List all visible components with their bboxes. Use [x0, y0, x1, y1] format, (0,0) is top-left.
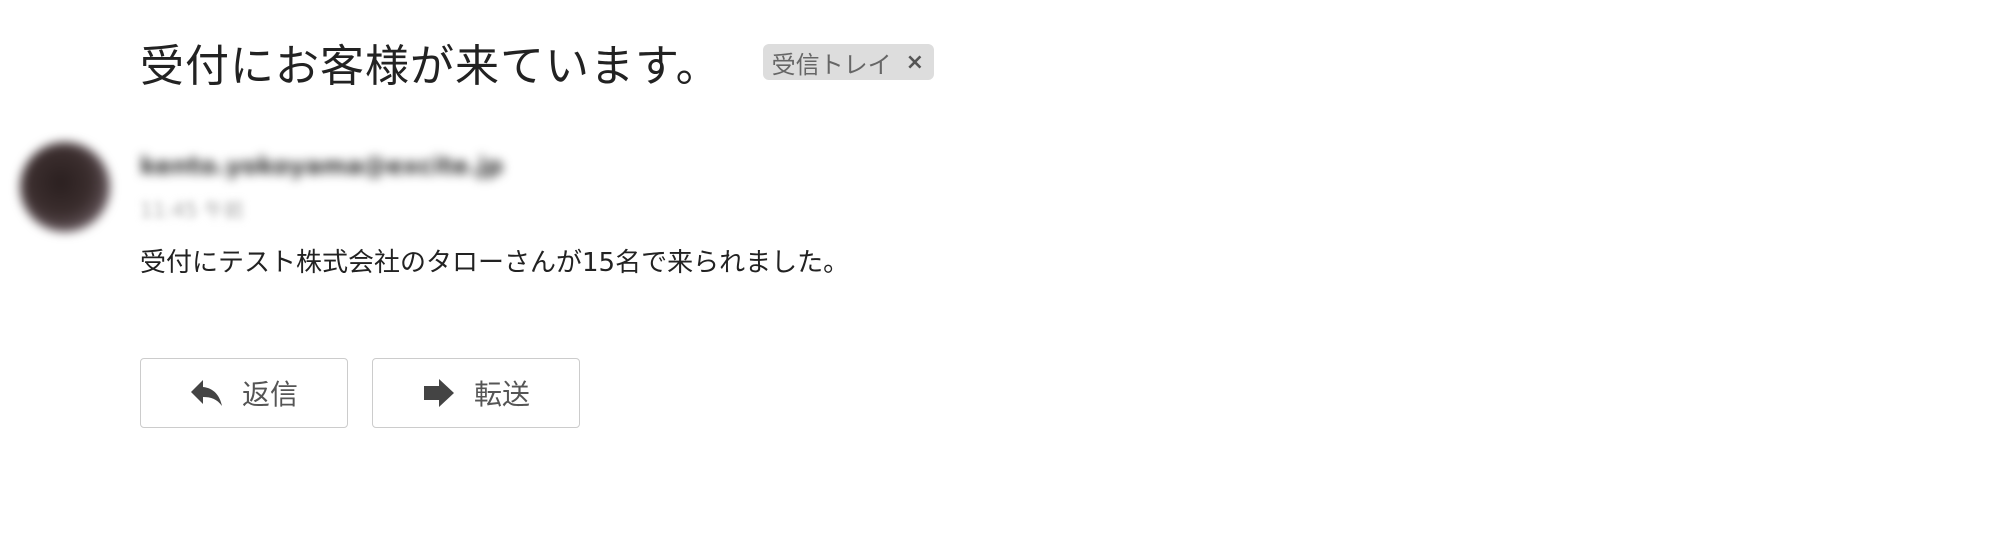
forward-button[interactable]: 転送 [372, 358, 580, 428]
close-icon[interactable]: × [906, 50, 924, 75]
reply-arrow-icon [190, 378, 224, 408]
email-subject: 受付にお客様が来ています。 [140, 41, 721, 92]
subject-row: 受付にお客様が来ています。 受信トレイ × [140, 30, 935, 94]
reply-button-label: 返信 [241, 378, 298, 411]
email-date: 11:45 午前 [140, 198, 244, 222]
avatar[interactable] [20, 142, 110, 232]
forward-arrow-icon [422, 378, 456, 408]
sender-email[interactable]: kento.yokoyama@excite.jp [140, 152, 503, 180]
forward-button-label: 転送 [473, 378, 530, 411]
label-chip-inbox[interactable]: 受信トレイ × [762, 44, 935, 80]
reply-button[interactable]: 返信 [140, 358, 348, 428]
label-chip-text: 受信トレイ [771, 50, 892, 79]
email-actions: 返信 転送 [140, 358, 580, 428]
email-body: 受付にテスト株式会社のタローさんが15名で来られました。 [140, 248, 850, 278]
